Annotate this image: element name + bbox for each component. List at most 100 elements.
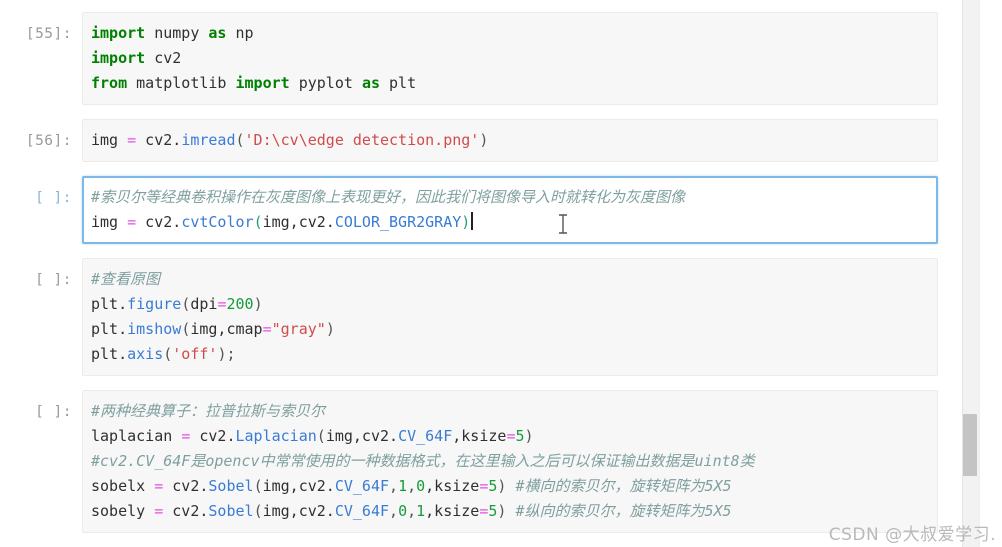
token-number: 5 <box>515 427 525 445</box>
token-module: plt. <box>91 345 128 363</box>
cell-editor-4[interactable]: #查看原图 plt.figure(dpi=200) plt.imshow(img… <box>82 258 938 376</box>
token-paren: ( <box>235 131 245 149</box>
token-comment: #索贝尔等经典卷积操作在灰度图像上表现更好，因此我们将图像导入时就转化为灰度图像 <box>91 188 686 206</box>
token-comment: #查看原图 <box>91 270 161 288</box>
token-argument: img,cv2. <box>262 477 335 495</box>
token-comma: , <box>407 502 417 520</box>
token-variable: sobely <box>91 502 155 520</box>
token-alias: np <box>226 24 254 42</box>
token-function: imread <box>181 131 236 149</box>
scrollbar-thumb[interactable] <box>963 414 977 476</box>
cell-prompt-4: [ ]: <box>35 272 72 288</box>
notebook-cell-2[interactable]: [56]: img = cv2.imread('D:\cv\edge detec… <box>0 119 962 162</box>
code-line: laplacian = cv2.Laplacian(img,cv2.CV_64F… <box>91 424 937 449</box>
notebook-cell-3-selected[interactable]: [ ]: #索贝尔等经典卷积操作在灰度图像上表现更好，因此我们将图像导入时就转化… <box>0 176 962 244</box>
token-comma: , <box>407 477 417 495</box>
token-string: 'D:\cv\edge detection.png' <box>244 131 480 149</box>
token-variable: laplacian <box>91 427 182 445</box>
notebook-cell-5[interactable]: [ ]: #两种经典算子：拉普拉斯与索贝尔 laplacian = cv2.La… <box>0 390 962 533</box>
token-operator: = <box>154 502 164 520</box>
cell-editor-3[interactable]: #索贝尔等经典卷积操作在灰度图像上表现更好，因此我们将图像导入时就转化为灰度图像… <box>82 176 938 244</box>
token-argument: img,cv2. <box>325 427 399 445</box>
token-module: numpy <box>145 24 209 42</box>
cell-editor-5[interactable]: #两种经典算子：拉普拉斯与索贝尔 laplacian = cv2.Laplaci… <box>82 390 938 533</box>
token-module: cv2 <box>145 49 182 67</box>
code-line: sobelx = cv2.Sobel(img,cv2.CV_64F,1,0,ks… <box>91 474 937 499</box>
cell-prompt-3: [ ]: <box>35 190 72 206</box>
text-caret <box>471 212 474 230</box>
token-number: 1 <box>398 477 408 495</box>
code-line: plt.imshow(img,cmap="gray") <box>91 317 937 342</box>
token-string: "gray" <box>271 320 326 338</box>
token-function: imshow <box>127 320 182 338</box>
token-constant: CV_64F <box>334 502 390 520</box>
token-variable: img <box>91 213 128 231</box>
token-comment: #纵向的索贝尔，旋转矩阵为5X5 <box>506 502 732 520</box>
top-spacer <box>0 0 962 12</box>
cell-prompt-1: [55]: <box>25 26 72 42</box>
notebook-cell-1[interactable]: [55]: import numpy as np import cv2 from… <box>0 12 962 105</box>
token-module: matplotlib <box>127 74 236 92</box>
token-keyword-as: as <box>361 74 380 92</box>
token-number: 200 <box>226 295 254 313</box>
notebook-canvas: [55]: import numpy as np import cv2 from… <box>0 0 962 547</box>
token-paren: ( <box>181 295 191 313</box>
code-line: #查看原图 <box>91 267 937 292</box>
code-line: plt.axis('off'); <box>91 342 937 367</box>
token-kwarg: img,cmap <box>190 320 263 338</box>
token-kwarg: dpi <box>190 295 218 313</box>
cell-prompt-5: [ ]: <box>35 404 72 420</box>
token-paren: ( <box>253 213 263 231</box>
token-function: axis <box>127 345 164 363</box>
token-semicolon: ; <box>226 345 236 363</box>
notebook-cell-4[interactable]: [ ]: #查看原图 plt.figure(dpi=200) plt.imsho… <box>0 258 962 376</box>
token-module: cv2. <box>136 213 182 231</box>
token-kwarg: ,ksize <box>425 502 480 520</box>
token-paren: ) <box>325 320 335 338</box>
token-paren: ) <box>479 131 489 149</box>
token-comment: #横向的索贝尔，旋转矩阵为5X5 <box>506 477 732 495</box>
token-kwarg: ,ksize <box>452 427 507 445</box>
token-keyword-from: from <box>91 74 128 92</box>
code-line: #索贝尔等经典卷积操作在灰度图像上表现更好，因此我们将图像导入时就转化为灰度图像 <box>91 185 936 210</box>
cell-editor-2[interactable]: img = cv2.imread('D:\cv\edge detection.p… <box>82 119 938 162</box>
code-line: #两种经典算子：拉普拉斯与索贝尔 <box>91 399 937 424</box>
token-variable: sobelx <box>91 477 155 495</box>
token-function: cvtColor <box>181 213 254 231</box>
token-comma: , <box>389 502 399 520</box>
token-function: Laplacian <box>235 427 317 445</box>
token-keyword: import <box>91 24 146 42</box>
token-number: 0 <box>398 502 408 520</box>
token-comma: , <box>389 477 399 495</box>
token-module: cv2. <box>163 477 209 495</box>
token-variable: img <box>91 131 128 149</box>
token-operator: = <box>127 131 137 149</box>
token-paren: ( <box>253 477 263 495</box>
token-string: 'off' <box>172 345 218 363</box>
token-argument: img,cv2. <box>262 213 335 231</box>
token-number: 1 <box>416 502 426 520</box>
code-line: img = cv2.cvtColor(img,cv2.COLOR_BGR2GRA… <box>91 210 936 235</box>
csdn-watermark: CSDN @大叔爱学习. <box>828 525 996 545</box>
token-kwarg: ,ksize <box>425 477 480 495</box>
code-line: sobely = cv2.Sobel(img,cv2.CV_64F,0,1,ks… <box>91 499 937 524</box>
token-name: pyplot <box>289 74 362 92</box>
cell-editor-1[interactable]: import numpy as np import cv2 from matpl… <box>82 12 938 105</box>
token-operator: = <box>154 477 164 495</box>
right-gutter <box>979 0 1002 547</box>
token-paren: ( <box>163 345 173 363</box>
code-line: from matplotlib import pyplot as plt <box>91 71 937 96</box>
code-line: #cv2.CV_64F是opencv中常常使用的一种数据格式，在这里输入之后可以… <box>91 449 937 474</box>
token-module: plt. <box>91 295 128 313</box>
code-line: import cv2 <box>91 46 937 71</box>
token-comment: #两种经典算子：拉普拉斯与索贝尔 <box>91 402 326 420</box>
token-keyword-import: import <box>235 74 290 92</box>
token-paren: ) <box>461 213 471 231</box>
token-module: cv2. <box>136 131 182 149</box>
token-paren: ) <box>253 295 263 313</box>
token-alias: plt <box>380 74 417 92</box>
token-constant: CV_64F <box>334 477 390 495</box>
token-module: cv2. <box>190 427 236 445</box>
token-constant: COLOR_BGR2GRAY <box>334 213 462 231</box>
code-line: import numpy as np <box>91 21 937 46</box>
